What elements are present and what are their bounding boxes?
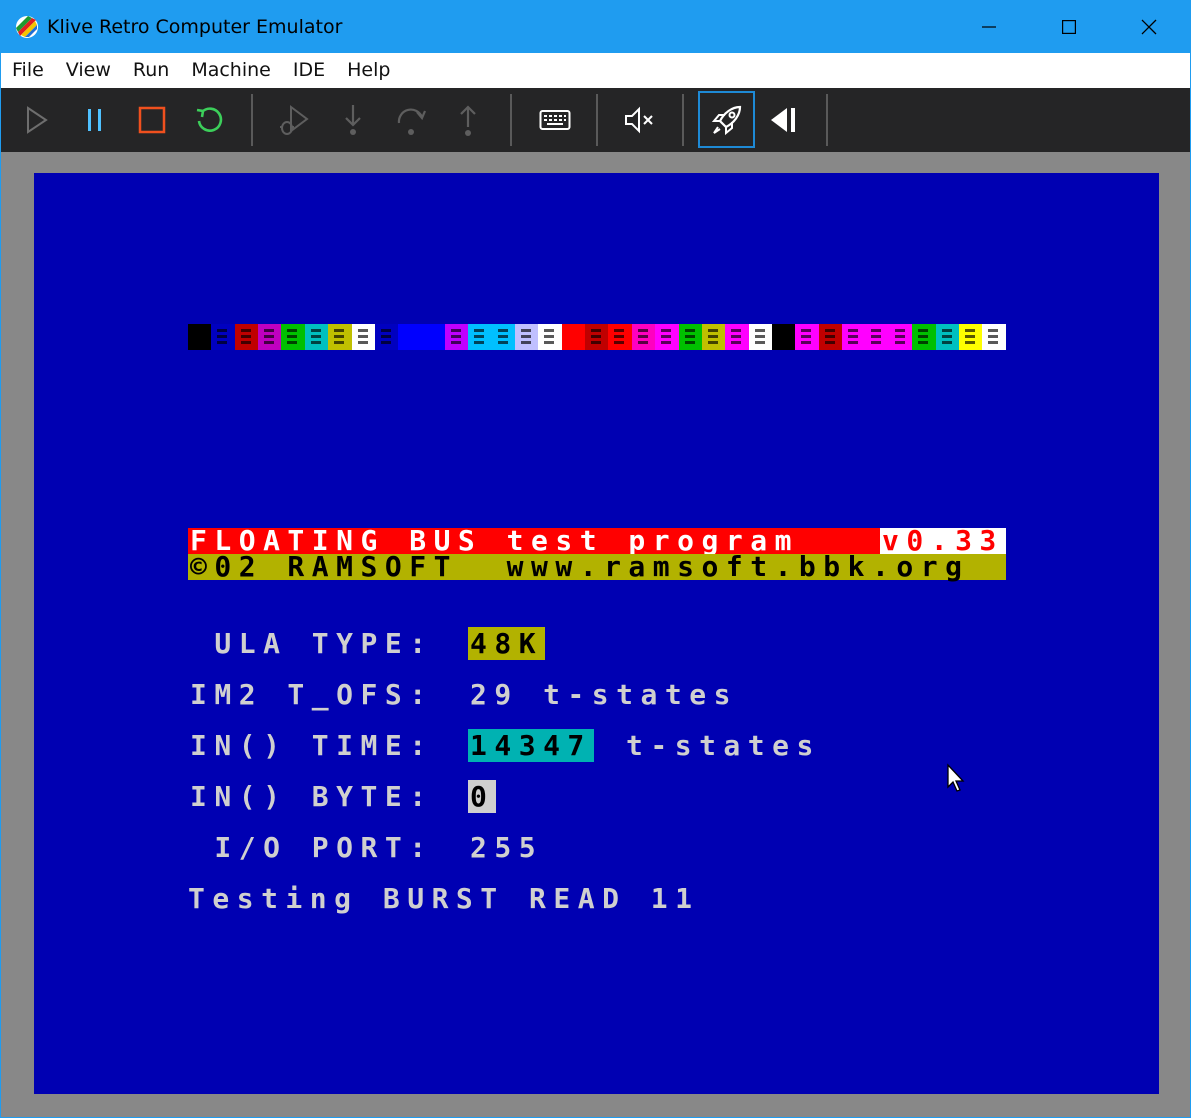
debug-button[interactable] [268, 94, 320, 146]
step-into-button[interactable] [327, 94, 379, 146]
menu-ide[interactable]: IDE [281, 53, 335, 88]
color-cell [351, 324, 375, 350]
color-cell [491, 324, 516, 350]
step-over-button[interactable] [385, 94, 437, 146]
color-cell [211, 324, 235, 350]
color-cell [631, 324, 656, 350]
rewind-tape-button[interactable] [757, 94, 809, 146]
color-cell [234, 324, 259, 350]
color-cell [444, 324, 469, 350]
title-bar[interactable]: Klive Retro Computer Emulator [1, 1, 1190, 53]
app-logo-icon [16, 16, 38, 38]
color-cell [258, 324, 282, 350]
debug-icon [280, 105, 309, 135]
color-cell [374, 324, 399, 350]
color-cell [398, 324, 422, 350]
color-cell [912, 324, 936, 350]
color-cell [585, 324, 609, 350]
menu-bar: File View Run Machine IDE Help [1, 53, 1190, 88]
color-cell [701, 324, 726, 350]
color-cell [328, 324, 352, 350]
mute-button[interactable] [613, 94, 665, 146]
color-cell [655, 324, 679, 350]
color-cell [188, 324, 212, 350]
ula-type-label: ULA TYPE: [190, 627, 434, 660]
color-cell [795, 324, 819, 350]
toolbar-separator [682, 94, 684, 146]
status-line: Testing BURST READ 11 [188, 882, 700, 915]
color-cell [842, 324, 866, 350]
minimize-icon [982, 26, 996, 28]
color-cell [748, 324, 772, 350]
color-cell [865, 324, 889, 350]
color-cell [421, 324, 445, 350]
tape-rewind-icon [771, 108, 795, 132]
im2-tofs-value: 29 t-states [470, 678, 738, 711]
toolbar-separator [596, 94, 598, 146]
restart-button[interactable] [183, 94, 235, 146]
step-out-icon [460, 105, 476, 136]
color-cell [725, 324, 749, 350]
stop-icon [138, 106, 166, 134]
color-cell [771, 324, 796, 350]
color-cell [818, 324, 843, 350]
color-cell [468, 324, 492, 350]
step-out-button[interactable] [442, 94, 494, 146]
in-time-value: 14347 [468, 729, 594, 762]
im2-tofs-label: IM2 T_OFS: [190, 678, 434, 711]
toolbar-separator [251, 94, 253, 146]
close-button[interactable] [1109, 1, 1189, 53]
stop-button[interactable] [126, 94, 178, 146]
start-button[interactable] [11, 94, 63, 146]
emulator-screen[interactable]: FLOATING BUS test program v0.33 ©02 RAMS… [34, 173, 1159, 1094]
mute-icon [625, 106, 653, 134]
restart-icon [196, 107, 223, 132]
window-title: Klive Retro Computer Emulator [47, 16, 343, 38]
pause-button[interactable] [69, 94, 121, 146]
color-cell [608, 324, 632, 350]
color-cell [561, 324, 586, 350]
toolbar-separator [826, 94, 828, 146]
io-port-label: I/O PORT: [190, 831, 434, 864]
keyboard-button[interactable] [529, 94, 581, 146]
menu-machine[interactable]: Machine [179, 53, 281, 88]
color-cell [304, 324, 329, 350]
color-cell [281, 324, 305, 350]
toolbar [1, 88, 1190, 152]
close-icon [1141, 19, 1157, 35]
maximize-button[interactable] [1029, 1, 1109, 53]
in-byte-label: IN() BYTE: [190, 780, 434, 813]
color-cell [538, 324, 562, 350]
menu-run[interactable]: Run [121, 53, 179, 88]
attribute-color-bar [188, 324, 1006, 350]
color-cell [888, 324, 913, 350]
color-cell [935, 324, 959, 350]
color-cell [958, 324, 983, 350]
in-time-unit: t-states [626, 729, 821, 762]
maximize-icon [1062, 20, 1076, 34]
color-cell [678, 324, 702, 350]
color-cell [982, 324, 1006, 350]
copyright-banner: ©02 RAMSOFT www.ramsoft.bbk.org [188, 550, 1006, 583]
keyboard-icon [539, 110, 571, 130]
play-icon [27, 106, 48, 134]
mouse-pointer-icon [947, 763, 965, 792]
fast-load-button[interactable] [698, 91, 755, 148]
in-byte-value: 0 [468, 780, 497, 813]
toolbar-separator [510, 94, 512, 146]
copyright-text: ©02 RAMSOFT www.ramsoft.bbk.org [190, 550, 970, 583]
color-cell [515, 324, 539, 350]
minimize-button[interactable] [949, 1, 1029, 53]
emulator-window: Klive Retro Computer Emulator File View … [1, 1, 1190, 1117]
step-into-icon [345, 105, 361, 135]
step-over-icon [397, 108, 427, 135]
menu-view[interactable]: View [54, 53, 121, 88]
in-time-label: IN() TIME: [190, 729, 434, 762]
rocket-icon [711, 105, 741, 135]
pause-icon [88, 109, 101, 131]
ula-type-value: 48K [468, 627, 546, 660]
menu-file[interactable]: File [1, 53, 54, 88]
io-port-value: 255 [470, 831, 544, 864]
menu-help[interactable]: Help [335, 53, 400, 88]
